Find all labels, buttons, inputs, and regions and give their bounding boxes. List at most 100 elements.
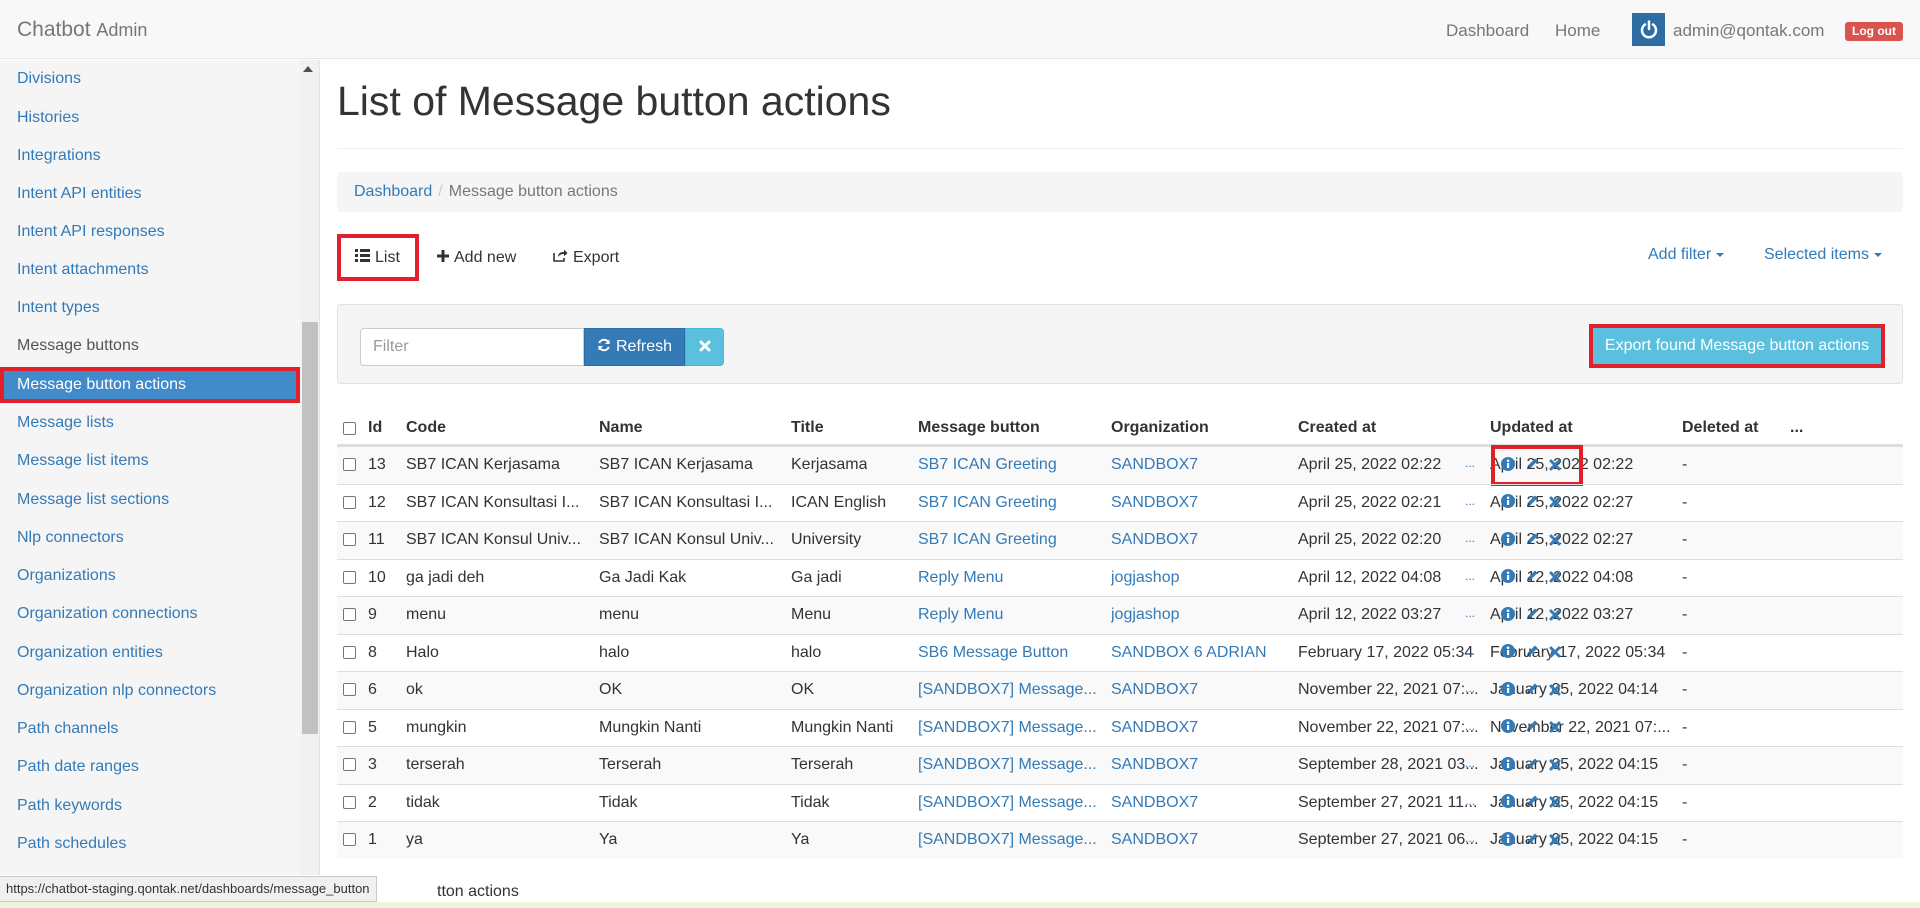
pencil-icon[interactable]: [1525, 793, 1539, 813]
pencil-icon[interactable]: [1525, 718, 1539, 738]
pencil-icon[interactable]: [1525, 456, 1539, 476]
cell-organization[interactable]: SANDBOX7: [1111, 531, 1198, 549]
row-checkbox[interactable]: [343, 495, 356, 509]
close-icon[interactable]: [1549, 643, 1561, 663]
pencil-icon[interactable]: [1525, 831, 1539, 851]
sidebar-scroll-thumb[interactable]: [302, 322, 318, 734]
close-icon[interactable]: [1549, 831, 1561, 851]
cell-message-button[interactable]: [SANDBOX7] Message...: [918, 719, 1097, 737]
export-found-button[interactable]: Export found Message button actions: [1589, 324, 1885, 368]
cell-message-button[interactable]: SB7 ICAN Greeting: [918, 531, 1057, 549]
sidebar-item-path-schedules[interactable]: Path schedules: [0, 826, 300, 862]
info-icon[interactable]: [1501, 756, 1515, 776]
sidebar-item-organization-connections[interactable]: Organization connections: [0, 596, 300, 632]
sidebar-item-organization-entities[interactable]: Organization entities: [0, 635, 300, 671]
cell-message-button[interactable]: Reply Menu: [918, 606, 1003, 624]
cell-message-button[interactable]: [SANDBOX7] Message...: [918, 681, 1097, 699]
close-icon[interactable]: [1549, 456, 1561, 476]
cell-organization[interactable]: SANDBOX7: [1111, 494, 1198, 512]
header-id[interactable]: Id: [368, 419, 382, 437]
info-icon[interactable]: [1501, 643, 1515, 663]
add-filter-dropdown[interactable]: Add filter: [1648, 246, 1725, 264]
cell-message-button[interactable]: [SANDBOX7] Message...: [918, 831, 1097, 849]
sidebar-item-message-list-items[interactable]: Message list items: [0, 443, 300, 479]
cell-organization[interactable]: SANDBOX7: [1111, 719, 1198, 737]
cell-message-button[interactable]: SB7 ICAN Greeting: [918, 494, 1057, 512]
row-checkbox[interactable]: [343, 458, 356, 471]
header-message-button[interactable]: Message button: [918, 419, 1040, 437]
info-icon[interactable]: [1501, 493, 1515, 513]
sidebar-item-message-lists[interactable]: Message lists: [0, 405, 300, 441]
cell-more[interactable]: ...: [1465, 531, 1475, 545]
sidebar-item-intent-types[interactable]: Intent types: [0, 290, 300, 326]
tab-add-new[interactable]: Add new: [437, 234, 516, 281]
sidebar-item-path-keywords[interactable]: Path keywords: [0, 788, 300, 824]
sidebar-item-organization-nlp-connectors[interactable]: Organization nlp connectors: [0, 673, 300, 709]
header-name[interactable]: Name: [599, 419, 643, 437]
sidebar-item-intent-attachments[interactable]: Intent attachments: [0, 252, 300, 288]
sidebar-item-message-button-actions[interactable]: Message button actions: [0, 367, 300, 403]
cell-message-button[interactable]: [SANDBOX7] Message...: [918, 756, 1097, 774]
pencil-icon[interactable]: [1525, 493, 1539, 513]
sidebar-item-integrations[interactable]: Integrations: [0, 138, 300, 174]
sidebar-item-intent-api-responses[interactable]: Intent API responses: [0, 214, 300, 250]
header-organization[interactable]: Organization: [1111, 419, 1209, 437]
row-checkbox[interactable]: [343, 533, 356, 546]
selected-items-dropdown[interactable]: Selected items: [1764, 246, 1882, 264]
close-icon[interactable]: [1549, 793, 1561, 813]
close-icon[interactable]: [1549, 531, 1561, 551]
cell-more[interactable]: ...: [1465, 606, 1475, 620]
close-icon[interactable]: [1549, 718, 1561, 738]
close-icon[interactable]: [1549, 681, 1561, 701]
pencil-icon[interactable]: [1525, 643, 1539, 663]
info-icon[interactable]: [1501, 681, 1515, 701]
cell-organization[interactable]: SANDBOX7: [1111, 756, 1198, 774]
header-updated-at[interactable]: Updated at: [1490, 419, 1573, 437]
cell-message-button[interactable]: SB6 Message Button: [918, 644, 1068, 662]
sidebar-item-organizations[interactable]: Organizations: [0, 558, 300, 594]
cell-organization[interactable]: SANDBOX7: [1111, 456, 1198, 474]
pencil-icon[interactable]: [1525, 681, 1539, 701]
cell-message-button[interactable]: [SANDBOX7] Message...: [918, 794, 1097, 812]
sidebar-item-message-buttons[interactable]: Message buttons: [0, 328, 300, 364]
row-checkbox[interactable]: [343, 683, 356, 696]
sidebar-item-path-channels[interactable]: Path channels: [0, 711, 300, 747]
close-icon[interactable]: [1549, 606, 1561, 626]
close-icon[interactable]: [1549, 568, 1561, 588]
info-icon[interactable]: [1501, 718, 1515, 738]
close-icon[interactable]: [1549, 756, 1561, 776]
cell-organization[interactable]: SANDBOX7: [1111, 794, 1198, 812]
cell-more[interactable]: ...: [1465, 644, 1475, 658]
header-created-at[interactable]: Created at: [1298, 419, 1376, 437]
logout-button[interactable]: Log out: [1845, 22, 1903, 41]
info-icon[interactable]: [1501, 531, 1515, 551]
sidebar-item-histories[interactable]: Histories: [0, 100, 300, 136]
row-checkbox[interactable]: [343, 795, 356, 809]
brand-link[interactable]: Chatbot Admin: [17, 18, 147, 42]
header-code[interactable]: Code: [406, 419, 446, 437]
sidebar-item-message-list-sections[interactable]: Message list sections: [0, 482, 300, 518]
row-checkbox[interactable]: [343, 645, 356, 659]
header-title[interactable]: Title: [791, 419, 824, 437]
cell-more[interactable]: ...: [1465, 456, 1475, 470]
cell-organization[interactable]: SANDBOX 6 ADRIAN: [1111, 644, 1267, 662]
breadcrumb-dashboard-link[interactable]: Dashboard: [354, 183, 432, 200]
cell-message-button[interactable]: Reply Menu: [918, 569, 1003, 587]
pencil-icon[interactable]: [1525, 606, 1539, 626]
row-checkbox[interactable]: [343, 833, 356, 846]
pencil-icon[interactable]: [1525, 568, 1539, 588]
cell-more[interactable]: ...: [1465, 569, 1475, 583]
scroll-up-icon[interactable]: [303, 66, 313, 72]
nav-dashboard-link[interactable]: Dashboard: [1446, 21, 1529, 41]
row-checkbox[interactable]: [343, 720, 356, 734]
row-checkbox[interactable]: [343, 608, 356, 621]
cell-organization[interactable]: jogjashop: [1111, 569, 1180, 587]
tab-list[interactable]: List: [337, 234, 419, 281]
sidebar-item-intent-api-entities[interactable]: Intent API entities: [0, 176, 300, 212]
close-icon[interactable]: [1549, 493, 1561, 513]
cell-message-button[interactable]: SB7 ICAN Greeting: [918, 456, 1057, 474]
cell-more[interactable]: ...: [1465, 719, 1475, 733]
clear-filter-button[interactable]: [685, 328, 724, 366]
tab-export[interactable]: Export: [553, 234, 619, 281]
sidebar-item-path-date-ranges[interactable]: Path date ranges: [0, 749, 300, 785]
